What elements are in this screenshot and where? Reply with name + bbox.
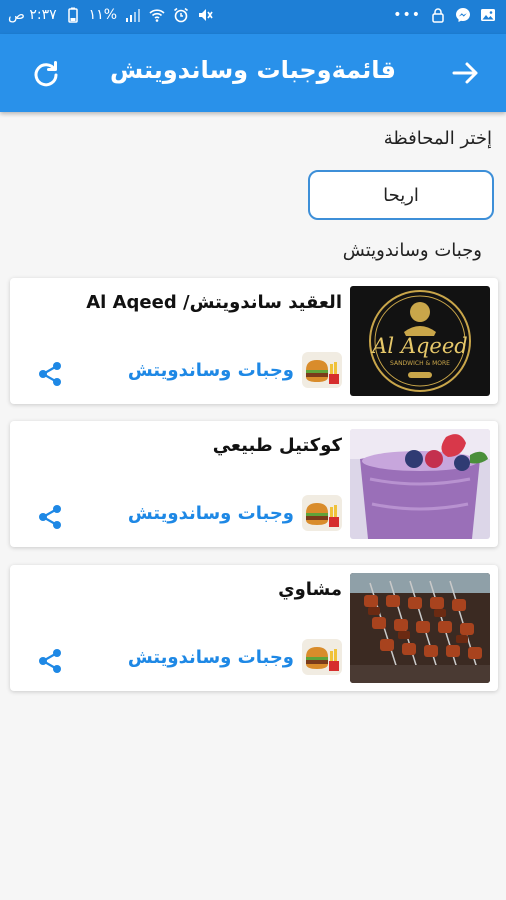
refresh-icon[interactable] [30,58,62,90]
share-icon[interactable] [36,503,64,531]
category-tag: وجبات وساندويتش [128,639,342,675]
grill-photo [350,573,490,683]
restaurant-name: كوكتيل طبيعي [212,435,342,456]
page-title: قائمةوجبات وساندويتش [110,56,396,84]
burger-fries-icon [302,495,342,531]
category-tag: وجبات وساندويتش [128,495,342,531]
burger-fries-icon [302,352,342,388]
app-bar: قائمةوجبات وساندويتش [0,34,506,112]
category-label: وجبات وساندويتش [127,359,294,381]
lock-icon [432,8,444,23]
more-dots-icon: ••• [393,7,421,23]
category-label: وجبات وساندويتش [127,646,294,668]
list-item[interactable]: Al Aqeed SANDWICH & MORE العقيد ساندويتش… [10,278,498,404]
restaurant-name: العقيد ساندويتش/ Al Aqeed [86,292,342,313]
messenger-icon [456,8,470,22]
restaurant-name: مشاوي [278,579,342,600]
restaurant-logo: Al Aqeed SANDWICH & MORE [350,286,490,396]
svg-text:SANDWICH & MORE: SANDWICH & MORE [390,360,450,367]
back-arrow-icon[interactable] [450,58,480,88]
wifi-icon [149,9,165,22]
burger-fries-icon [302,639,342,675]
governorate-label: إختر المحافظة [383,128,492,149]
governorate-value: اريحا [383,184,419,206]
battery-icon [67,7,78,23]
mute-icon [199,9,213,21]
gallery-icon [481,9,495,21]
alarm-icon [174,7,189,23]
list-item[interactable]: مشاوي وجبات وساندويتش [10,565,498,691]
share-icon[interactable] [36,360,64,388]
category-label: وجبات وساندويتش [127,502,294,524]
governorate-select[interactable]: اريحا [308,170,494,220]
list-item[interactable]: كوكتيل طبيعي وجبات وساندويتش [10,421,498,547]
section-title: وجبات وساندويتش [342,240,482,261]
smoothie-photo [350,429,490,539]
signal-icon [126,9,141,22]
svg-text:Al Aqeed: Al Aqeed [370,334,467,358]
status-time: ٢:٣٧ ص [8,7,57,23]
category-tag: وجبات وساندويتش [128,352,342,388]
battery-percent: ١١% [88,7,118,23]
status-bar: ٢:٣٧ ص ١١% ••• [0,0,506,34]
share-icon[interactable] [36,647,64,675]
